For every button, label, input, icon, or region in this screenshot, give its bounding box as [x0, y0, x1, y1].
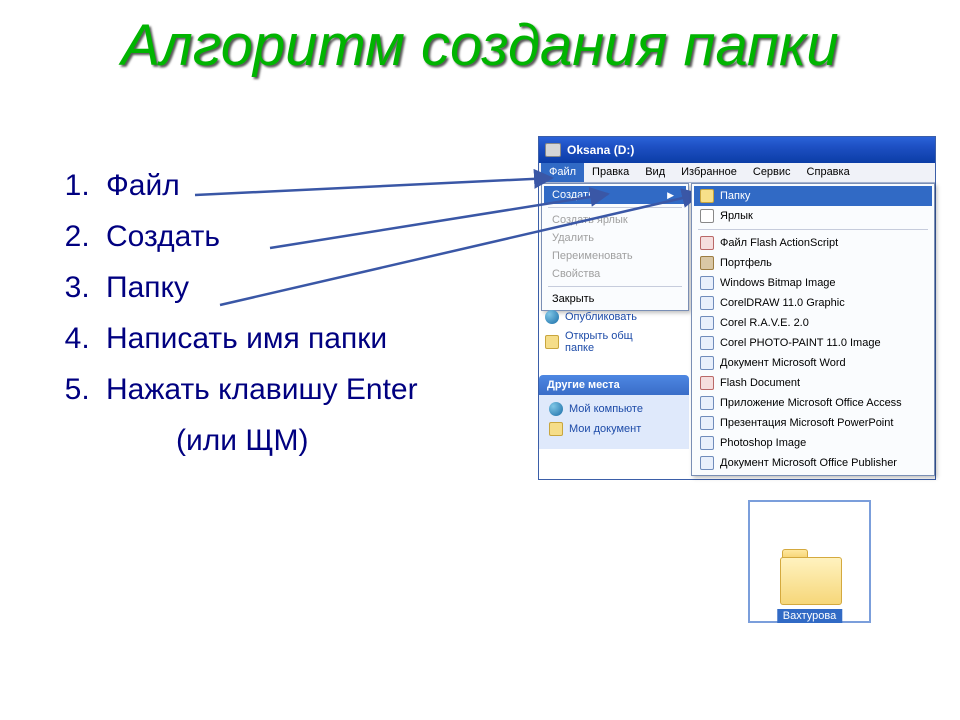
step-2: Создать	[98, 211, 538, 262]
step-5-text: Нажать клавишу Enter	[106, 373, 418, 406]
step-5-sub: (или ЩМ)	[176, 415, 538, 466]
window-title: Oksana (D:)	[567, 143, 634, 157]
file-close[interactable]: Закрыть	[544, 290, 686, 308]
titlebar[interactable]: Oksana (D:)	[539, 137, 935, 163]
menu-view[interactable]: Вид	[637, 163, 673, 182]
task-publish[interactable]: Опубликовать	[539, 307, 689, 327]
explorer-window: Oksana (D:) Файл Правка Вид Избранное Се…	[538, 136, 936, 480]
file-icon	[700, 416, 714, 430]
step-4: Написать имя папки	[98, 313, 538, 364]
new-folder-preview[interactable]: Вахтурова	[748, 500, 871, 623]
folder-icon	[780, 557, 840, 603]
globe-icon	[545, 310, 559, 324]
file-icon	[700, 376, 714, 390]
other-places-body: Мой компьюте Мои документ	[539, 395, 689, 449]
shared-folder-icon	[545, 335, 559, 349]
place-my-documents[interactable]: Мои документ	[543, 419, 685, 439]
create-shortcut[interactable]: Ярлык	[694, 206, 932, 226]
menu-file[interactable]: Файл	[541, 163, 584, 182]
tasks-pane: Опубликовать Открыть общ папке Другие ме…	[539, 307, 689, 481]
menu-fav[interactable]: Избранное	[673, 163, 745, 182]
create-item[interactable]: Файл Flash ActionScript	[694, 233, 932, 253]
steps-list: Файл Создать Папку Написать имя папки На…	[38, 160, 538, 466]
create-item[interactable]: Flash Document	[694, 373, 932, 393]
menubar: Файл Правка Вид Избранное Сервис Справка	[539, 163, 935, 183]
file-icon	[700, 456, 714, 470]
create-item[interactable]: Документ Microsoft Word	[694, 353, 932, 373]
step-1: Файл	[98, 160, 538, 211]
file-create-label: Создать	[552, 189, 594, 201]
menu-separator	[698, 229, 928, 230]
file-properties[interactable]: Свойства	[544, 265, 686, 283]
step-3: Папку	[98, 262, 538, 313]
submenu-arrow-icon: ▶	[667, 190, 674, 201]
file-icon	[700, 436, 714, 450]
create-item[interactable]: Документ Microsoft Office Publisher	[694, 453, 932, 473]
slide-title: Алгоритм создания папки	[0, 12, 960, 79]
file-icon	[700, 236, 714, 250]
step-5: Нажать клавишу Enter (или ЩМ)	[98, 364, 538, 466]
file-icon	[700, 296, 714, 310]
create-item[interactable]: Презентация Microsoft PowerPoint	[694, 413, 932, 433]
file-create-shortcut[interactable]: Создать ярлык	[544, 211, 686, 229]
new-folder-name[interactable]: Вахтурова	[777, 609, 842, 623]
file-rename[interactable]: Переименовать	[544, 247, 686, 265]
create-item[interactable]: Портфель	[694, 253, 932, 273]
create-folder-label: Папку	[720, 190, 750, 202]
documents-icon	[549, 422, 563, 436]
create-item[interactable]: Photoshop Image	[694, 433, 932, 453]
create-item[interactable]: CorelDRAW 11.0 Graphic	[694, 293, 932, 313]
drive-icon	[545, 143, 561, 157]
shortcut-icon	[700, 209, 714, 223]
briefcase-icon	[700, 256, 714, 270]
file-dropdown: Создать ▶ Создать ярлык Удалить Переимен…	[541, 183, 689, 311]
create-item[interactable]: Приложение Microsoft Office Access	[694, 393, 932, 413]
create-item[interactable]: Windows Bitmap Image	[694, 273, 932, 293]
menu-separator	[548, 286, 682, 287]
create-folder[interactable]: Папку	[694, 186, 932, 206]
menu-edit[interactable]: Правка	[584, 163, 637, 182]
task-open-shared[interactable]: Открыть общ папке	[539, 327, 689, 357]
folder-icon	[700, 189, 714, 203]
menu-service[interactable]: Сервис	[745, 163, 799, 182]
menu-separator	[548, 207, 682, 208]
file-icon	[700, 336, 714, 350]
file-icon	[700, 316, 714, 330]
file-delete[interactable]: Удалить	[544, 229, 686, 247]
file-icon	[700, 276, 714, 290]
place-my-computer[interactable]: Мой компьюте	[543, 399, 685, 419]
create-submenu: Папку Ярлык Файл Flash ActionScript Порт…	[691, 183, 935, 476]
file-create[interactable]: Создать ▶	[544, 186, 686, 204]
create-item[interactable]: Corel R.A.V.E. 2.0	[694, 313, 932, 333]
computer-icon	[549, 402, 563, 416]
menu-help[interactable]: Справка	[799, 163, 858, 182]
create-shortcut-label: Ярлык	[720, 210, 753, 222]
file-icon	[700, 396, 714, 410]
file-icon	[700, 356, 714, 370]
other-places-header[interactable]: Другие места	[539, 375, 689, 395]
create-item[interactable]: Corel PHOTO-PAINT 11.0 Image	[694, 333, 932, 353]
